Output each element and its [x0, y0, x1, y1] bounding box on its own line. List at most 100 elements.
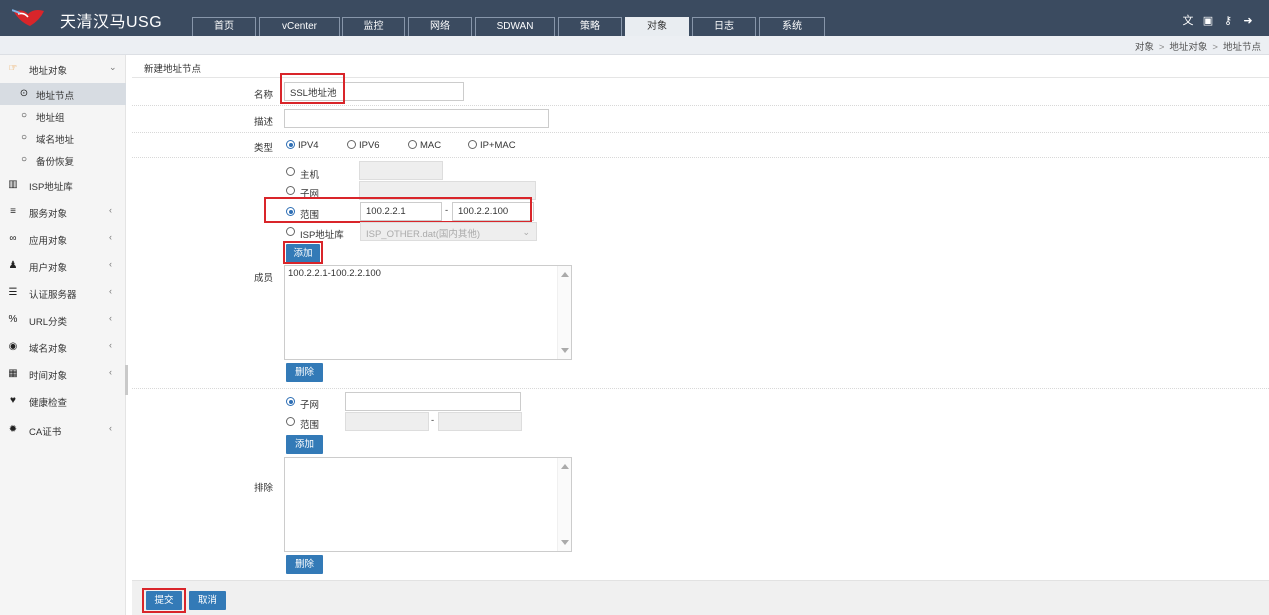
- chevron-left-icon: ‹: [109, 205, 112, 215]
- form-footer: 提交 取消: [132, 580, 1269, 615]
- highlight-box: [142, 588, 186, 613]
- row-divider: [132, 105, 1269, 106]
- breadcrumb-separator: >: [1158, 42, 1165, 53]
- member-radio-subnet[interactable]: [286, 186, 295, 195]
- tab-vcenter[interactable]: vCenter: [259, 17, 340, 36]
- breadcrumb: 对象 > 地址对象 > 地址节点: [1135, 39, 1261, 53]
- sidebar-item-label: 认证服务器: [29, 290, 77, 301]
- sidebar-item-isp-library[interactable]: ▥ ISP地址库: [0, 174, 126, 196]
- circle-icon: ○: [20, 132, 28, 143]
- sidebar-item-service-object[interactable]: ≡ 服务对象 ‹: [0, 201, 126, 223]
- sidebar-item-label: 时间对象: [29, 371, 68, 382]
- users-icon: ♟: [8, 260, 18, 271]
- breadcrumb-item[interactable]: 地址对象: [1169, 42, 1207, 53]
- exclude-range-dash: -: [431, 415, 435, 426]
- sidebar-item-auth-server[interactable]: ☰ 认证服务器 ‹: [0, 282, 126, 304]
- cancel-button[interactable]: 取消: [189, 591, 226, 610]
- save-icon[interactable]: ▣: [1201, 14, 1215, 28]
- sidebar-item-health-check[interactable]: ♥ 健康检查: [0, 390, 126, 412]
- sidebar-scrollbar[interactable]: [125, 365, 128, 395]
- exclude-radio-subnet[interactable]: [286, 397, 295, 406]
- exclude-list-scrollbar[interactable]: [557, 458, 571, 551]
- type-radio-ipv6[interactable]: [347, 140, 356, 149]
- type-radio-ipv4[interactable]: [286, 140, 295, 149]
- type-option-label: IP+MAC: [480, 140, 516, 151]
- heartbeat-icon: ♥: [10, 395, 16, 406]
- exclude-label: 排除: [254, 483, 274, 494]
- certificate-icon: ✹: [8, 424, 18, 435]
- tab-monitor[interactable]: 监控: [342, 17, 405, 36]
- hand-pointer-icon: ☞: [8, 63, 18, 74]
- exclude-list[interactable]: [284, 457, 572, 552]
- sidebar-item-label: 域名地址: [36, 135, 75, 146]
- sidebar-item-ca-cert[interactable]: ✹ CA证书 ‹: [0, 419, 126, 441]
- tab-object[interactable]: 对象: [625, 17, 689, 36]
- name-label: 名称: [254, 90, 274, 101]
- logo-icon: [12, 9, 44, 26]
- type-radio-mac[interactable]: [408, 140, 417, 149]
- tab-system[interactable]: 系统: [759, 17, 825, 36]
- tab-log[interactable]: 日志: [692, 17, 756, 36]
- member-list-item[interactable]: 100.2.2.1-100.2.2.100: [288, 268, 568, 279]
- sidebar-item-label: URL分类: [29, 317, 68, 328]
- sidebar-item-label: ISP地址库: [29, 182, 73, 193]
- exclude-range-end-input[interactable]: [438, 412, 522, 431]
- member-mode-label: 主机: [300, 170, 320, 181]
- member-list-scrollbar[interactable]: [557, 266, 571, 359]
- top-header: 天清汉马USG 首页 vCenter 监控 网络 SDWAN 策略 对象 日志 …: [0, 0, 1269, 36]
- map-icon: ▥: [8, 179, 18, 190]
- header-tools: 文 ▣ ⚷ ➜: [1181, 14, 1261, 28]
- sidebar-item-user-object[interactable]: ♟ 用户对象 ‹: [0, 255, 126, 277]
- type-radio-ipmac[interactable]: [468, 140, 477, 149]
- sidebar-item-domain-object[interactable]: ◉ 域名对象 ‹: [0, 336, 126, 358]
- add-exclude-button[interactable]: 添加: [286, 435, 323, 454]
- breadcrumb-item[interactable]: 对象: [1135, 42, 1154, 53]
- member-radio-host[interactable]: [286, 167, 295, 176]
- member-radio-isp[interactable]: [286, 227, 295, 236]
- sidebar-item-address-group[interactable]: ○ 地址组: [0, 105, 126, 127]
- type-option-label: IPV6: [359, 140, 380, 151]
- sidebar: ☞ 地址对象 ⌄ ⊙ 地址节点 ○ 地址组 ○ 域名地址 ○ 备份恢复 ▥ IS…: [0, 55, 128, 615]
- sidebar-item-label: 健康检查: [29, 398, 68, 409]
- chevron-down-icon: ⌄: [522, 227, 530, 237]
- isp-select[interactable]: ISP_OTHER.dat(国内其他) ⌄: [360, 222, 537, 241]
- sidebar-item-address-node[interactable]: ⊙ 地址节点: [0, 83, 126, 105]
- circle-icon: ○: [20, 154, 28, 165]
- chevron-left-icon: ‹: [109, 423, 112, 433]
- tab-policy[interactable]: 策略: [558, 17, 622, 36]
- type-option-label: MAC: [420, 140, 442, 151]
- translate-icon[interactable]: 文: [1181, 14, 1195, 28]
- tab-network[interactable]: 网络: [408, 17, 472, 36]
- exclude-subnet-input[interactable]: [345, 392, 521, 411]
- sidebar-item-app-object[interactable]: ∞ 应用对象 ‹: [0, 228, 126, 250]
- breadcrumb-separator: >: [1212, 42, 1218, 53]
- desc-input[interactable]: [284, 109, 549, 128]
- sidebar-item-label: 地址组: [36, 113, 65, 124]
- chevron-left-icon: ‹: [109, 367, 112, 377]
- highlight-box: [280, 73, 345, 104]
- member-list[interactable]: 100.2.2.1-100.2.2.100: [284, 265, 572, 360]
- sidebar-item-url-category[interactable]: % URL分类 ‹: [0, 309, 126, 331]
- tab-sdwan[interactable]: SDWAN: [475, 17, 555, 36]
- chevron-left-icon: ‹: [109, 286, 112, 296]
- exclude-radio-range[interactable]: [286, 417, 295, 426]
- row-divider: [132, 157, 1269, 158]
- key-icon[interactable]: ⚷: [1221, 14, 1235, 28]
- delete-exclude-button[interactable]: 删除: [286, 555, 323, 574]
- row-divider: [132, 388, 1269, 389]
- delete-member-button[interactable]: 删除: [286, 363, 323, 382]
- radio-dot-icon: ⊙: [19, 88, 29, 99]
- chevron-left-icon: ‹: [109, 313, 112, 323]
- sidebar-item-time-object[interactable]: ▦ 时间对象 ‹: [0, 363, 126, 385]
- sidebar-item-label: 地址节点: [36, 91, 75, 102]
- breadcrumb-item: 地址节点: [1222, 42, 1261, 53]
- host-input[interactable]: [359, 161, 443, 180]
- exclude-range-start-input[interactable]: [345, 412, 429, 431]
- isp-select-value: ISP_OTHER.dat(国内其他): [366, 229, 481, 240]
- tab-home[interactable]: 首页: [192, 17, 256, 36]
- sidebar-item-domain-address[interactable]: ○ 域名地址: [0, 127, 126, 149]
- chevron-left-icon: ‹: [109, 259, 112, 269]
- sidebar-item-address-object[interactable]: ☞ 地址对象 ⌄: [0, 58, 126, 80]
- logout-icon[interactable]: ➜: [1241, 14, 1255, 28]
- sidebar-item-backup-restore[interactable]: ○ 备份恢复: [0, 149, 126, 171]
